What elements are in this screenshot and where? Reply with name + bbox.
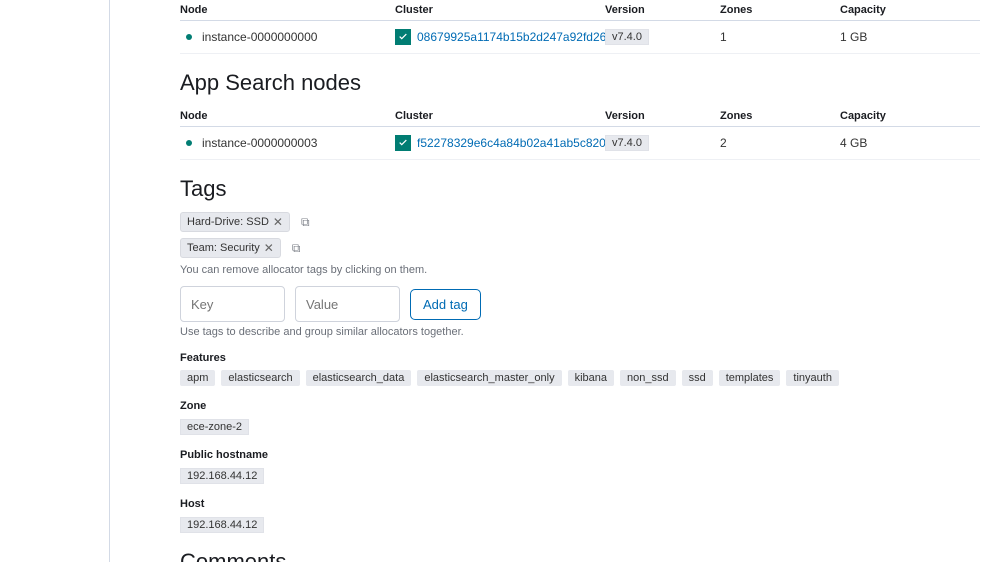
section-title-tags: Tags	[180, 176, 980, 202]
col-header-capacity: Capacity	[840, 110, 930, 122]
public-hostname-label: Public hostname	[180, 449, 980, 461]
feature-badge: non_ssd	[620, 370, 676, 386]
remove-tag-icon[interactable]: ✕	[264, 241, 274, 255]
col-header-node: Node	[180, 110, 395, 122]
col-header-cluster: Cluster	[395, 4, 605, 16]
add-tag-button[interactable]: Add tag	[410, 289, 481, 320]
zones-value: 2	[720, 136, 840, 150]
col-header-node: Node	[180, 4, 395, 16]
cluster-link[interactable]: 08679925a1174b15b2d247a92fd26a26	[417, 30, 626, 44]
tag-key-input[interactable]	[180, 286, 285, 322]
section-title-app-search: App Search nodes	[180, 70, 980, 96]
host-value: 192.168.44.12	[180, 517, 264, 533]
feature-badge: elasticsearch	[221, 370, 299, 386]
table-header: Node Cluster Version Zones Capacity	[180, 106, 980, 127]
capacity-value: 1 GB	[840, 30, 930, 44]
feature-badge: elasticsearch_data	[306, 370, 412, 386]
main-content: Node Cluster Version Zones Capacity inst…	[110, 0, 1000, 562]
col-header-version: Version	[605, 110, 720, 122]
col-header-capacity: Capacity	[840, 4, 930, 16]
tag-value-input[interactable]	[295, 286, 400, 322]
version-badge: v7.4.0	[605, 29, 649, 45]
tag-label: Team: Security	[187, 242, 260, 254]
remove-tag-icon[interactable]: ✕	[273, 215, 283, 229]
features-list: apm elasticsearch elasticsearch_data ela…	[180, 370, 980, 386]
sidebar-placeholder	[0, 0, 110, 562]
feature-badge: apm	[180, 370, 215, 386]
section-title-comments: Comments	[180, 549, 980, 562]
node-name: instance-0000000003	[202, 136, 317, 150]
status-dot-icon	[186, 140, 192, 146]
host-label: Host	[180, 498, 980, 510]
feature-badge: templates	[719, 370, 781, 386]
col-header-zones: Zones	[720, 4, 840, 16]
feature-badge: ssd	[682, 370, 713, 386]
copy-icon[interactable]: ⧉	[301, 215, 310, 230]
col-header-zones: Zones	[720, 110, 840, 122]
col-header-cluster: Cluster	[395, 110, 605, 122]
public-hostname-value: 192.168.44.12	[180, 468, 264, 484]
tag-label: Hard-Drive: SSD	[187, 216, 269, 228]
copy-icon[interactable]: ⧉	[292, 241, 301, 256]
capacity-value: 4 GB	[840, 136, 930, 150]
cluster-link[interactable]: f52278329e6c4a84b02a41ab5c820b9d	[417, 136, 626, 150]
zone-label: Zone	[180, 400, 980, 412]
tags-remove-help: You can remove allocator tags by clickin…	[180, 264, 980, 276]
status-dot-icon	[186, 34, 192, 40]
check-icon	[395, 135, 411, 151]
table-row: instance-0000000003 f52278329e6c4a84b02a…	[180, 127, 980, 160]
node-name: instance-0000000000	[202, 30, 317, 44]
zone-value: ece-zone-2	[180, 419, 249, 435]
check-icon	[395, 29, 411, 45]
table-row: instance-0000000000 08679925a1174b15b2d2…	[180, 21, 980, 54]
tag-badge[interactable]: Team: Security ✕	[180, 238, 281, 258]
tags-use-help: Use tags to describe and group similar a…	[180, 326, 980, 338]
feature-badge: tinyauth	[786, 370, 839, 386]
table-header: Node Cluster Version Zones Capacity	[180, 0, 980, 21]
feature-badge: elasticsearch_master_only	[417, 370, 561, 386]
version-badge: v7.4.0	[605, 135, 649, 151]
zones-value: 1	[720, 30, 840, 44]
tag-badge[interactable]: Hard-Drive: SSD ✕	[180, 212, 290, 232]
feature-badge: kibana	[568, 370, 614, 386]
col-header-version: Version	[605, 4, 720, 16]
features-label: Features	[180, 352, 980, 364]
